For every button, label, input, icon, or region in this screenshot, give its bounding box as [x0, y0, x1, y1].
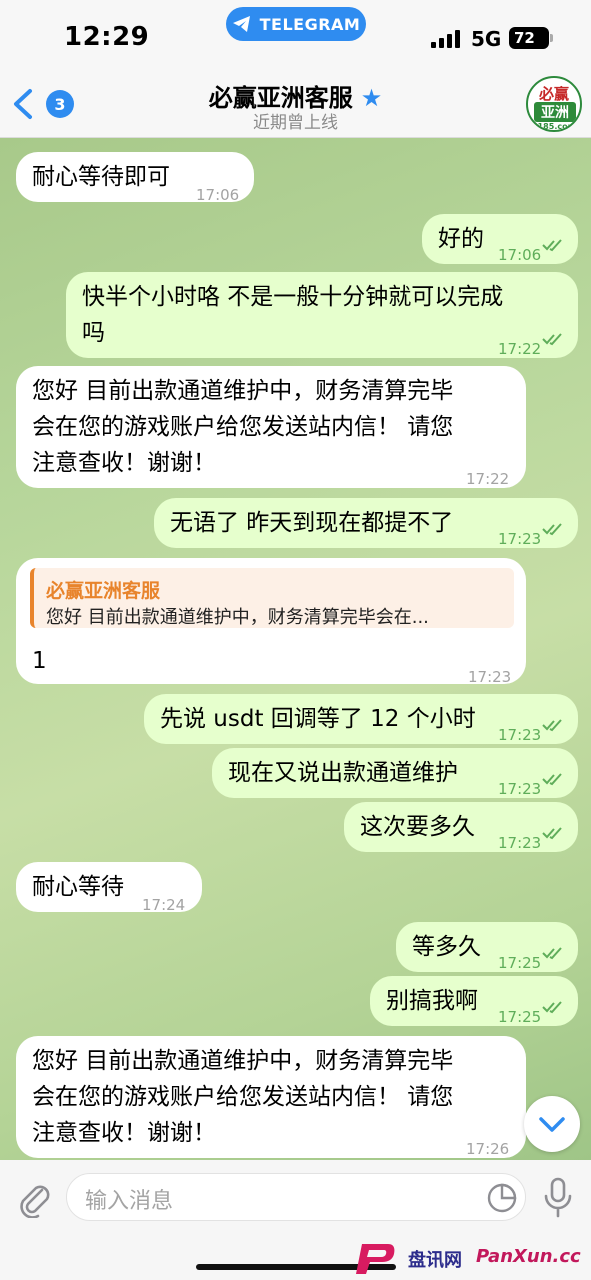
message-text: 别搞我啊 — [386, 988, 478, 1014]
reply-quote-text: 您好 目前出款通道维护中，财务清算完毕会在... — [46, 607, 429, 628]
battery-icon: 72 — [509, 27, 549, 49]
message-text-line: 快半个小时咯 不是一般十分钟就可以完成 — [82, 284, 504, 310]
watermark-logo-icon — [356, 1244, 395, 1274]
message-text-line: 注意查收！谢谢！ — [32, 1120, 216, 1146]
read-checkmarks-icon — [542, 719, 562, 732]
message-outgoing[interactable]: 现在又说出款通道维护 17:23 — [212, 748, 578, 798]
read-checkmarks-icon — [542, 523, 562, 536]
message-incoming-reply[interactable]: 必赢亚洲客服 您好 目前出款通道维护中，财务清算完毕会在... 1 17:23 — [16, 558, 526, 686]
message-time: 17:25 — [498, 1008, 542, 1026]
signal-icon — [431, 30, 461, 48]
avatar-text-middle: 亚洲 — [534, 102, 576, 122]
avatar-text-top: 必赢 — [538, 85, 569, 103]
message-time: 17:26 — [466, 1140, 510, 1158]
chevron-down-icon — [539, 1117, 565, 1132]
status-time: 12:29 — [64, 22, 150, 52]
message-text: 现在又说出款通道维护 — [228, 760, 458, 786]
message-input-placeholder: 输入消息 — [85, 1189, 174, 1214]
avatar[interactable]: 必赢 亚洲 5185.com — [526, 76, 582, 132]
message-time: 17:22 — [466, 470, 510, 488]
message-text-line: 您好 目前出款通道维护中，财务清算完毕 — [32, 378, 454, 404]
message-time: 17:22 — [498, 340, 542, 358]
network-type: 5G — [471, 27, 502, 51]
message-time: 17:23 — [468, 668, 512, 686]
scroll-to-bottom-button[interactable] — [524, 1096, 580, 1152]
microphone-icon[interactable] — [542, 1176, 574, 1220]
message-time: 17:24 — [142, 896, 186, 914]
message-text: 无语了 昨天到现在都提不了 — [170, 510, 454, 536]
message-outgoing[interactable]: 等多久 17:25 — [396, 922, 578, 972]
telegram-pill-label: TELEGRAM — [259, 14, 361, 34]
composer-bar: 输入消息 盘讯网 PanXun.cc — [0, 1160, 591, 1280]
last-seen-status: 近期曾上线 — [253, 113, 338, 133]
chat-header: 3 必赢亚洲客服 ★ 近期曾上线 必赢 亚洲 5185.com — [0, 70, 591, 138]
read-checkmarks-icon — [542, 333, 562, 346]
message-incoming[interactable]: 您好 目前出款通道维护中，财务清算完毕 会在您的游戏账户给您发送站内信！ 请您 … — [16, 366, 526, 488]
message-input[interactable]: 输入消息 — [66, 1173, 526, 1221]
message-text-line: 会在您的游戏账户给您发送站内信！ 请您 — [32, 1084, 454, 1110]
message-list[interactable]: 耐心等待即可 17:06 好的 17:06 快半个小时咯 不是一般十分钟就可以完… — [0, 138, 591, 1160]
battery-tip — [550, 34, 553, 42]
paperclip-icon[interactable] — [14, 1178, 54, 1218]
message-text-line: 吗 — [82, 320, 105, 346]
battery-level: 72 — [514, 29, 535, 47]
message-time: 17:23 — [498, 530, 542, 548]
message-outgoing[interactable]: 这次要多久 17:23 — [344, 802, 578, 852]
watermark: 盘讯网 PanXun.cc — [352, 1240, 588, 1276]
message-text: 先说 usdt 回调等了 12 个小时 — [160, 706, 476, 732]
message-text: 耐心等待即可 — [32, 164, 170, 190]
message-outgoing[interactable]: 无语了 昨天到现在都提不了 17:23 — [154, 498, 578, 548]
read-checkmarks-icon — [542, 773, 562, 786]
message-time: 17:06 — [498, 246, 542, 264]
status-bar: 12:29 TELEGRAM 5G 72 — [0, 0, 591, 70]
message-incoming[interactable]: 耐心等待即可 17:06 — [16, 152, 254, 204]
message-text: 好的 — [438, 226, 484, 252]
read-checkmarks-icon — [542, 947, 562, 960]
reply-quote[interactable]: 必赢亚洲客服 您好 目前出款通道维护中，财务清算完毕会在... — [30, 568, 514, 628]
message-incoming[interactable]: 您好 目前出款通道维护中，财务清算完毕 会在您的游戏账户给您发送站内信！ 请您 … — [16, 1036, 526, 1158]
message-text-line: 会在您的游戏账户给您发送站内信！ 请您 — [32, 414, 454, 440]
message-text: 这次要多久 — [360, 814, 475, 840]
watermark-cn: 盘讯网 — [408, 1250, 462, 1271]
read-checkmarks-icon — [542, 239, 562, 252]
watermark-en: PanXun.cc — [476, 1246, 581, 1267]
message-outgoing[interactable]: 好的 17:06 — [422, 214, 578, 264]
message-text: 等多久 — [412, 934, 481, 960]
message-text: 1 — [32, 648, 47, 674]
read-checkmarks-icon — [542, 1001, 562, 1014]
avatar-text-bottom: 5185.com — [532, 122, 576, 131]
message-text-line: 注意查收！谢谢！ — [32, 450, 216, 476]
message-text: 耐心等待 — [32, 874, 124, 900]
telegram-icon — [232, 16, 250, 32]
message-text-line: 您好 目前出款通道维护中，财务清算完毕 — [32, 1048, 454, 1074]
message-time: 17:23 — [498, 834, 542, 852]
sticker-icon[interactable] — [485, 1181, 519, 1215]
message-outgoing[interactable]: 先说 usdt 回调等了 12 个小时 17:23 — [144, 694, 578, 744]
message-incoming[interactable]: 耐心等待 17:24 — [16, 862, 202, 914]
read-checkmarks-icon — [542, 827, 562, 840]
message-time: 17:06 — [196, 186, 240, 204]
message-outgoing[interactable]: 快半个小时咯 不是一般十分钟就可以完成 吗 17:22 — [66, 272, 578, 358]
message-outgoing[interactable]: 别搞我啊 17:25 — [370, 976, 578, 1026]
telegram-pill[interactable]: TELEGRAM — [226, 7, 366, 41]
